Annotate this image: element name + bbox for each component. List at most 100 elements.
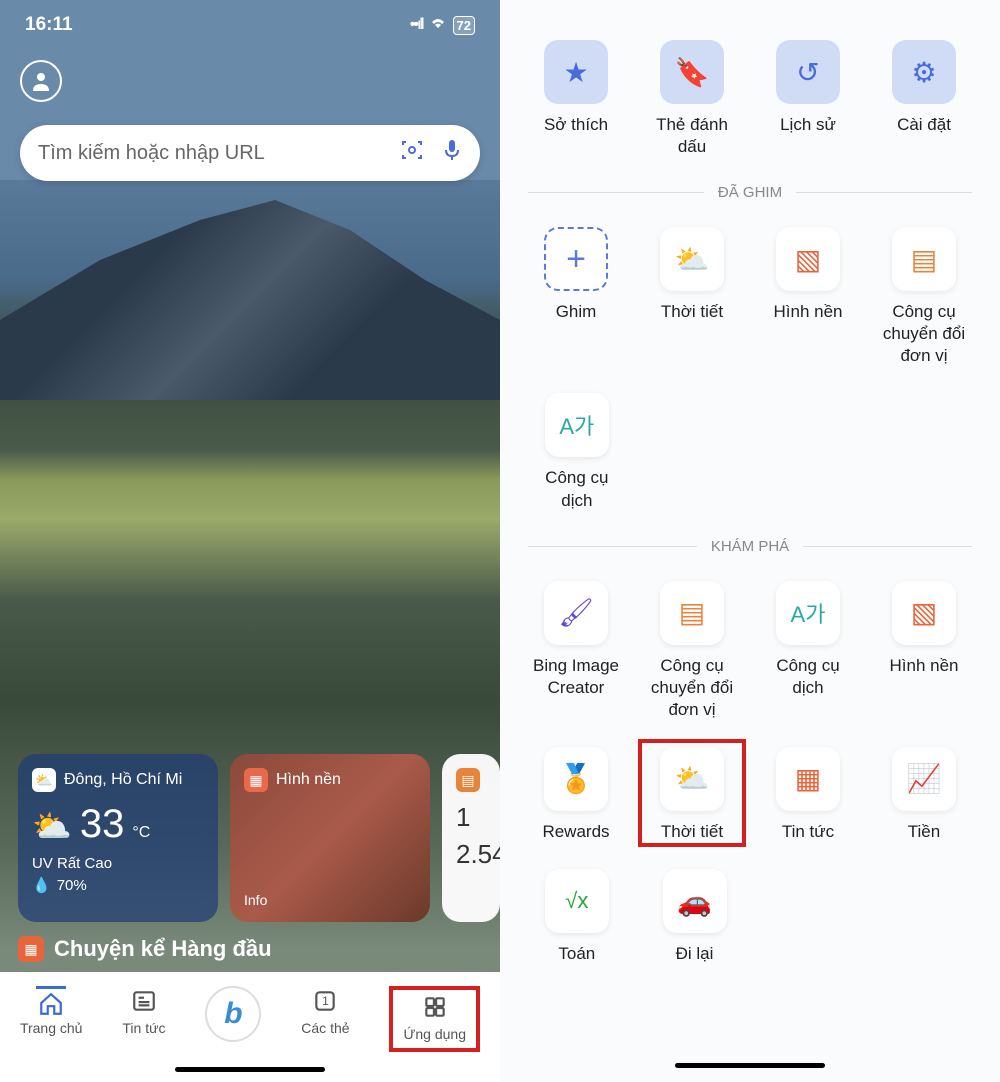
home-indicator[interactable]: [175, 1067, 325, 1072]
tile-history[interactable]: ↺ Lịch sử: [760, 40, 856, 158]
tile-wallpaper-label: Hình nền: [774, 301, 843, 323]
wallpaper-widget[interactable]: ▦ Hình nền Info: [230, 754, 430, 922]
tile-pin-label: Ghim: [556, 301, 597, 323]
partial-val2: 2.54: [456, 839, 486, 870]
section-explore-header: KHÁM PHÁ: [528, 538, 972, 555]
tile-rewards-label: Rewards: [542, 821, 609, 843]
tile-news-ex-label: Tin tức: [782, 821, 834, 843]
tile-wallpaper-explore[interactable]: ▧ Hình nền: [876, 581, 972, 721]
star-icon: ★: [544, 40, 608, 104]
search-bar[interactable]: [20, 125, 480, 181]
nav-home[interactable]: Trang chủ: [20, 986, 83, 1036]
tile-bookmarks-label: Thẻ đánh dấu: [644, 114, 740, 158]
tile-unit-pinned[interactable]: ▤ Công cụ chuyển đổi đơn vị: [876, 227, 972, 367]
plus-icon: +: [544, 227, 608, 291]
widget-row: ⛅ Đông, Hồ Chí Mi ⛅ 33 °C UV Rất Cao 💧70…: [18, 754, 500, 922]
tile-pin[interactable]: + Ghim: [528, 227, 624, 367]
tile-commute-label: Đi lại: [676, 943, 714, 965]
weather-icon: ⛅: [32, 768, 56, 792]
profile-button[interactable]: [20, 60, 62, 102]
tile-ic-label: Bing Image Creator: [528, 655, 624, 699]
tile-settings-label: Cài đặt: [897, 114, 951, 136]
nav-home-label: Trang chủ: [20, 1020, 83, 1036]
bottom-nav: Trang chủ Tin tức b 1 Các thẻ Ứng dụng: [0, 972, 500, 1082]
tile-settings[interactable]: ⚙ Cài đặt: [876, 40, 972, 158]
partial-widget[interactable]: ▤ 1 2.54: [442, 754, 500, 922]
chart-icon: 📈: [892, 747, 956, 811]
weather-uv: UV Rất Cao: [32, 855, 204, 872]
tile-image-creator[interactable]: 🖌 Bing Image Creator: [528, 581, 624, 721]
tile-unit-explore[interactable]: ▤ Công cụ chuyển đổi đơn vị: [644, 581, 740, 721]
battery-icon: 72: [453, 16, 475, 35]
tile-commute[interactable]: 🚗 Đi lại: [646, 869, 744, 965]
tile-weather-pinned[interactable]: ⛅ Thời tiết: [644, 227, 740, 367]
nav-apps-label: Ứng dụng: [403, 1026, 466, 1042]
tile-money[interactable]: 📈 Tiền: [876, 747, 972, 843]
tabs-count: 1: [322, 994, 329, 1008]
gear-icon: ⚙: [892, 40, 956, 104]
droplet-icon: 💧: [32, 876, 51, 894]
wifi-icon: [429, 16, 447, 35]
news-icon: ▦: [18, 936, 44, 962]
image-icon: ▦: [244, 768, 268, 792]
translate-icon: A가: [545, 393, 609, 457]
signal-icon: [410, 16, 423, 34]
newspaper-icon: [129, 986, 159, 1016]
tile-interests[interactable]: ★ Sở thích: [528, 40, 624, 158]
tile-weather-label: Thời tiết: [661, 301, 723, 323]
bookmark-icon: 🔖: [660, 40, 724, 104]
status-bar: 16:11 72: [0, 0, 500, 50]
tile-interests-label: Sở thích: [544, 114, 608, 136]
ruler-icon: ▤: [660, 581, 724, 645]
apps-screen: ★ Sở thích 🔖 Thẻ đánh dấu ↺ Lịch sử ⚙ Cà…: [500, 0, 1000, 1082]
tile-translate-explore[interactable]: A가 Công cụ dịch: [760, 581, 856, 721]
nav-news[interactable]: Tin tức: [122, 986, 165, 1036]
camera-search-icon[interactable]: [400, 138, 424, 168]
ruler-icon: ▤: [456, 768, 480, 792]
apps-icon: [420, 992, 450, 1022]
weather-icon: ⛅: [660, 747, 724, 811]
tile-math[interactable]: √x Toán: [528, 869, 626, 965]
tile-wp-ex-label: Hình nền: [890, 655, 959, 677]
tile-weather-explore[interactable]: ⛅ Thời tiết: [644, 747, 740, 843]
tile-unit-label: Công cụ chuyển đổi đơn vị: [876, 301, 972, 367]
tile-translate-pinned[interactable]: A가 Công cụ dịch: [528, 393, 626, 511]
car-icon: 🚗: [663, 869, 727, 933]
image-icon: ▧: [892, 581, 956, 645]
home-screen: 16:11 72 ⛅ Đông, Hồ Chí Mi: [0, 0, 500, 1082]
top-stories-title: Chuyện kể Hàng đầu: [54, 936, 272, 962]
status-icons: 72: [410, 16, 475, 35]
history-icon: ↺: [776, 40, 840, 104]
status-time: 16:11: [25, 14, 73, 36]
ruler-icon: ▤: [892, 227, 956, 291]
nav-bing[interactable]: b: [205, 986, 261, 1042]
weather-unit: °C: [132, 824, 150, 842]
tile-rewards[interactable]: 🏅 Rewards: [528, 747, 624, 843]
medal-icon: 🏅: [544, 747, 608, 811]
tabs-icon: 1: [310, 986, 340, 1016]
mic-icon[interactable]: [442, 138, 462, 168]
partial-val1: 1: [456, 802, 486, 833]
tile-unit-ex-label: Công cụ chuyển đổi đơn vị: [644, 655, 740, 721]
top-stories-header[interactable]: ▦ Chuyện kể Hàng đầu: [18, 936, 272, 962]
sun-icon: ⛅: [32, 807, 72, 845]
section-pinned-header: ĐÃ GHIM: [528, 184, 972, 201]
weather-widget[interactable]: ⛅ Đông, Hồ Chí Mi ⛅ 33 °C UV Rất Cao 💧70…: [18, 754, 218, 922]
nav-tabs[interactable]: 1 Các thẻ: [301, 986, 349, 1036]
tile-history-label: Lịch sử: [780, 114, 836, 136]
home-indicator[interactable]: [675, 1063, 825, 1068]
tile-bookmarks[interactable]: 🔖 Thẻ đánh dấu: [644, 40, 740, 158]
wallpaper-title: Hình nền: [276, 771, 341, 789]
tile-money-label: Tiền: [908, 821, 940, 843]
nav-tabs-label: Các thẻ: [301, 1020, 349, 1036]
search-input[interactable]: [38, 142, 400, 165]
weather-temp: 33: [80, 802, 125, 847]
tile-math-label: Toán: [558, 943, 595, 965]
nav-apps[interactable]: Ứng dụng: [389, 986, 480, 1052]
bing-icon: b: [205, 986, 261, 1042]
home-icon: [36, 986, 66, 1016]
tile-weather-ex-label: Thời tiết: [661, 821, 723, 843]
weather-humidity: 70%: [57, 877, 87, 894]
tile-news-explore[interactable]: ▦ Tin tức: [760, 747, 856, 843]
tile-wallpaper-pinned[interactable]: ▧ Hình nền: [760, 227, 856, 367]
